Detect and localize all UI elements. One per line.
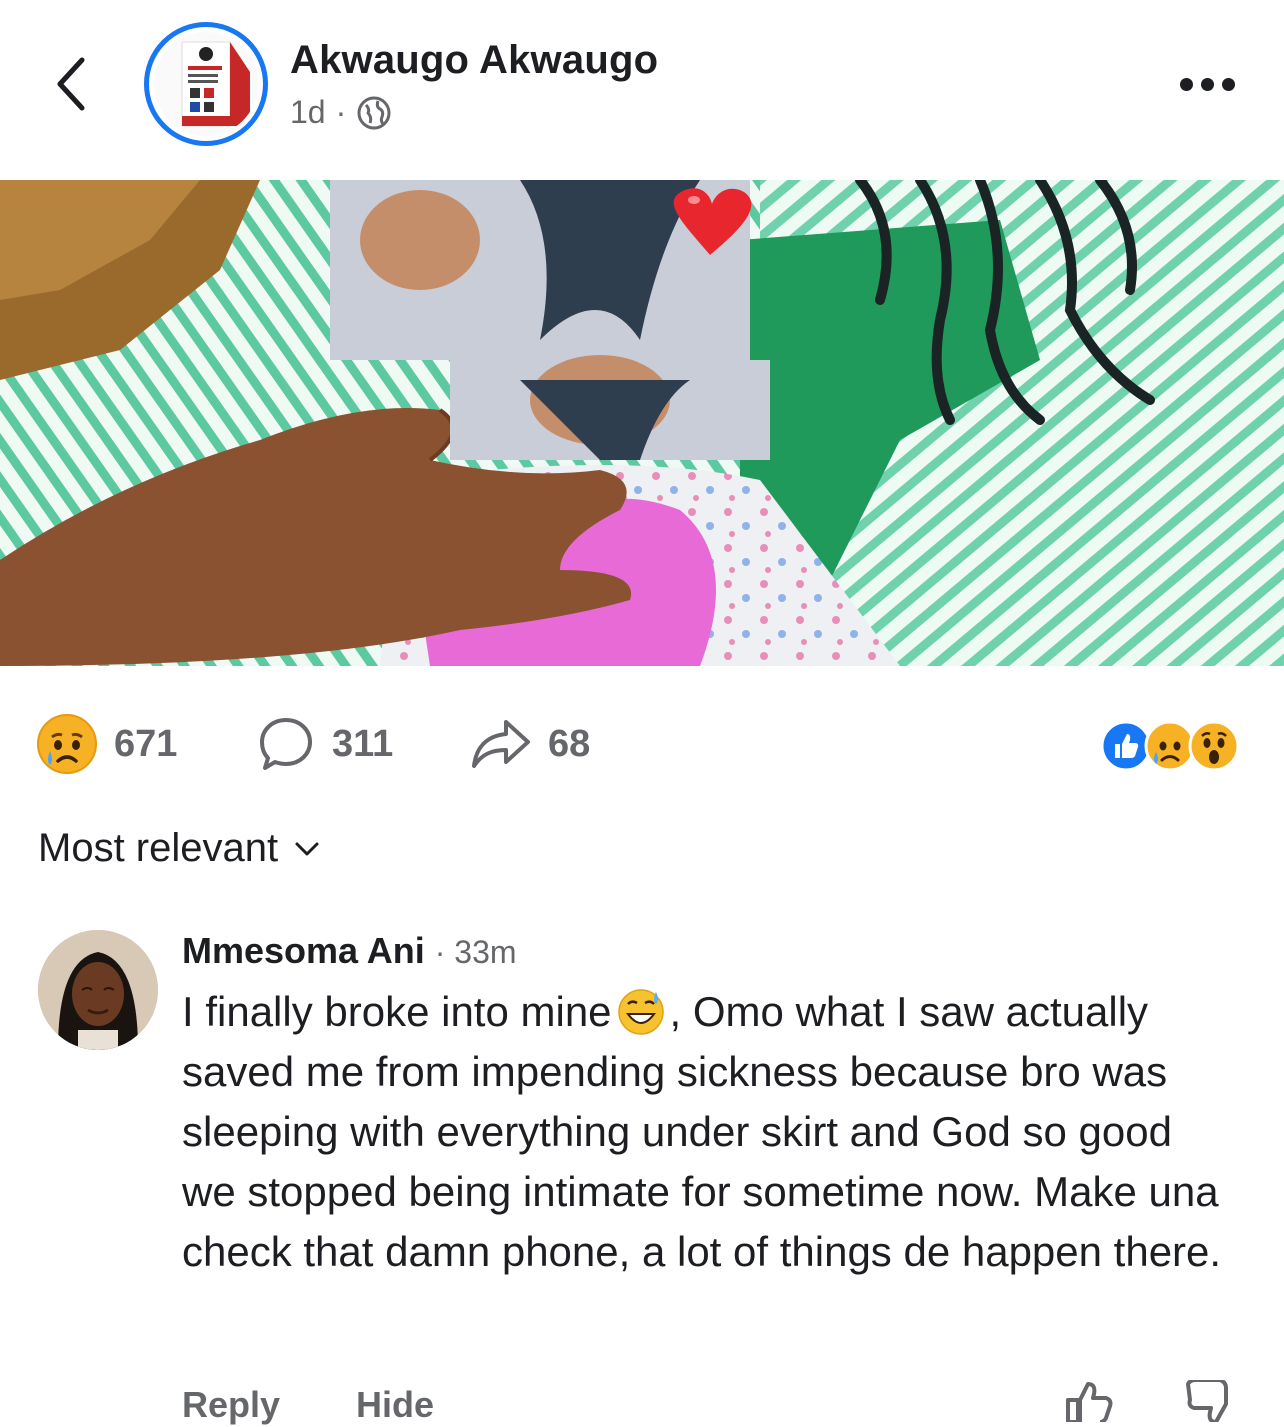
- more-dot: [1201, 77, 1214, 91]
- globe-icon: [357, 96, 391, 129]
- comment-sort-dropdown[interactable]: Most relevant: [38, 826, 320, 871]
- back-button[interactable]: [48, 52, 96, 116]
- reaction-count: 671: [114, 722, 178, 765]
- share-arrow-icon: [472, 720, 530, 768]
- page-name[interactable]: Akwaugo Akwaugo: [290, 38, 658, 83]
- comment-separator: ·: [434, 934, 446, 970]
- hide-button[interactable]: Hide: [356, 1384, 434, 1426]
- page-avatar[interactable]: [144, 22, 268, 146]
- comment-count-button[interactable]: 311: [256, 716, 393, 772]
- grinning-sweat-emoji-icon: [617, 989, 664, 1035]
- comment-time: · 33m: [435, 934, 517, 971]
- more-options-button[interactable]: [1180, 72, 1244, 96]
- share-count: 68: [548, 722, 591, 765]
- thumbs-down-outline-icon: [1186, 1378, 1228, 1424]
- reaction-summary[interactable]: [1100, 718, 1240, 774]
- reaction-count-button[interactable]: 671: [36, 714, 178, 774]
- comment-actions: Reply Hide: [182, 1384, 434, 1426]
- reply-button[interactable]: Reply: [182, 1384, 280, 1426]
- comment-bubble-icon: [260, 718, 312, 770]
- commenter-avatar[interactable]: [38, 930, 158, 1050]
- sort-label: Most relevant: [38, 826, 279, 870]
- comment-header: Mmesoma Ani · 33m: [182, 930, 517, 972]
- comment-like-button[interactable]: [1062, 1380, 1116, 1427]
- post-meta: 1d ·: [290, 94, 392, 131]
- post-photo[interactable]: [0, 180, 1284, 666]
- comment-count: 311: [332, 722, 394, 765]
- comment-timestamp: 33m: [454, 934, 517, 970]
- thumbs-up-outline-icon: [1066, 1382, 1113, 1424]
- comment-text-part1: I finally broke into mine: [182, 988, 612, 1035]
- avatar-image: [154, 32, 258, 136]
- more-dot: [1222, 77, 1235, 91]
- chevron-left-icon: [57, 57, 85, 111]
- comment-dislike-button[interactable]: [1180, 1378, 1234, 1427]
- share-count-button[interactable]: 68: [470, 716, 590, 772]
- commenter-name[interactable]: Mmesoma Ani: [182, 930, 425, 972]
- comment-text: I finally broke into mine , Omo what I s…: [182, 982, 1222, 1282]
- meta-separator: ·: [335, 94, 347, 130]
- more-dot: [1180, 77, 1193, 91]
- post-time: 1d: [290, 94, 326, 130]
- chevron-down-icon: [295, 842, 319, 855]
- wow-icon: [1188, 720, 1240, 772]
- sad-cry-icon: [37, 714, 97, 774]
